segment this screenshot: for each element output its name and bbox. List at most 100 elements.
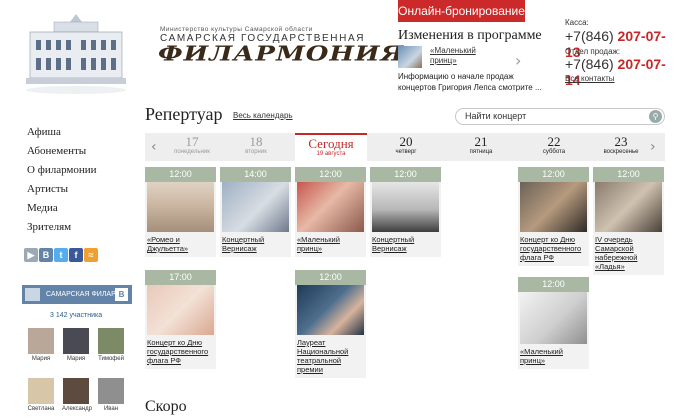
avatar	[98, 328, 124, 354]
social-links: ▶ Вt f ≈	[24, 245, 99, 263]
changes-title: Изменения в программе	[398, 28, 542, 43]
vk-members-count: 3 142 участника	[50, 312, 103, 319]
nav-item-artists[interactable]: Артисты	[27, 183, 68, 195]
day-number: 20	[399, 134, 413, 149]
box-office-code: +7(846)	[565, 28, 614, 44]
vk-member[interactable]: Александр	[62, 378, 92, 412]
event-title[interactable]: «Маленький принц»	[295, 232, 366, 257]
day-number: 17	[185, 134, 199, 149]
event-title[interactable]: Концертный Вернисаж	[370, 232, 441, 257]
calendar-strip: ‹ 17 понедельник 18 вторник Сегодня 19 а…	[145, 133, 665, 161]
repertoire-title: Репертуар	[145, 104, 223, 124]
nav-item-audience[interactable]: Зрителям	[27, 221, 71, 233]
event-image[interactable]	[297, 285, 364, 335]
event-title[interactable]: Концертный Вернисаж	[220, 232, 291, 257]
member-name: Тимофей	[98, 356, 124, 362]
next-week-arrow-icon[interactable]: ›	[650, 139, 656, 155]
day-cell[interactable]: 17 понедельник	[167, 133, 217, 161]
box-office-label: Касса:	[565, 18, 589, 27]
event-time: 12:00	[295, 270, 366, 285]
event-card[interactable]: 12:00 «Маленький принц»	[518, 277, 589, 369]
member-name: Светлана	[27, 406, 55, 412]
day-cell[interactable]: 23 воскресенье	[593, 133, 649, 161]
nav-item-media[interactable]: Медиа	[27, 202, 58, 214]
day-cell[interactable]: 20 четверг	[370, 133, 442, 161]
youtube-icon[interactable]: ▶	[24, 248, 38, 262]
vk-member[interactable]: Тимофей	[97, 328, 125, 362]
event-time: 12:00	[593, 167, 664, 182]
concert-search[interactable]: Найти концерт ⚲	[455, 108, 665, 125]
vk-group-widget[interactable]: САМАРСКАЯ ФИЛАР... В	[22, 285, 132, 304]
day-number: 23	[614, 134, 628, 149]
facebook-icon[interactable]: f	[69, 248, 83, 262]
day-cell[interactable]: 18 вторник	[220, 133, 292, 161]
event-time: 14:00	[220, 167, 291, 182]
vk-member[interactable]: Светлана	[27, 378, 55, 412]
event-image[interactable]	[595, 182, 662, 232]
event-title[interactable]: «Ромео и Джульетта»	[145, 232, 216, 257]
day-weekday: понедельник	[174, 149, 210, 155]
sales-code: +7(846)	[565, 56, 614, 72]
event-card[interactable]: 12:00 Концертный Вернисаж	[370, 167, 441, 257]
event-image[interactable]	[520, 182, 587, 232]
rss-icon[interactable]: ≈	[84, 248, 98, 262]
event-title[interactable]: IV очередь Самарской набережной «Ладья»	[593, 232, 664, 275]
day-cell-today[interactable]: Сегодня 19 августа	[295, 133, 367, 161]
avatar	[28, 378, 54, 404]
nav-item-about[interactable]: О филармонии	[27, 164, 97, 176]
day-cell[interactable]: 21 пятница	[445, 133, 517, 161]
event-time: 12:00	[518, 277, 589, 292]
all-calendar-link[interactable]: Весь календарь	[233, 111, 293, 120]
vk-icon[interactable]: В	[39, 248, 53, 262]
org-name-logo[interactable]: ФИЛАРМОНИЯ	[158, 42, 404, 66]
member-name: Мария	[31, 356, 51, 362]
online-booking-button[interactable]: Онлайн-бронирование	[398, 0, 525, 22]
search-input[interactable]: Найти концерт	[465, 111, 526, 121]
news-thumbnail[interactable]	[398, 46, 422, 68]
event-card[interactable]: 12:00 «Ромео и Джульетта»	[145, 167, 216, 257]
vk-logo-icon: В	[115, 288, 128, 301]
day-cell[interactable]: 22 суббота	[518, 133, 590, 161]
event-image[interactable]	[297, 182, 364, 232]
next-arrow-icon[interactable]: ›	[515, 51, 521, 70]
news-text: Информацию о начале продаж концертов Гри…	[398, 72, 542, 92]
avatar	[63, 378, 89, 404]
member-name: Иван	[103, 406, 119, 412]
nav-item-subscriptions[interactable]: Абонементы	[27, 145, 86, 157]
event-card[interactable]: 14:00 Концертный Вернисаж	[220, 167, 291, 257]
event-card[interactable]: 12:00 Лауреат Национальной театральной п…	[295, 270, 366, 378]
vk-group-name: САМАРСКАЯ ФИЛАР...	[46, 291, 121, 298]
twitter-icon[interactable]: t	[54, 248, 68, 262]
philharmonic-building-logo[interactable]	[22, 8, 130, 96]
event-image[interactable]	[520, 292, 587, 344]
nav-item-afisha[interactable]: Афиша	[27, 126, 61, 138]
avatar	[63, 328, 89, 354]
sales-phone: +7(846) 207-07-14	[565, 56, 680, 88]
event-image[interactable]	[147, 285, 214, 335]
event-title[interactable]: Концерт ко Дню государственного флага РФ	[518, 232, 589, 266]
member-name: Мария	[66, 356, 86, 362]
vk-group-avatar	[25, 288, 40, 301]
news-link[interactable]: «Маленький принц»	[430, 46, 490, 66]
day-number: Сегодня	[308, 136, 354, 151]
event-image[interactable]	[147, 182, 214, 232]
event-image[interactable]	[222, 182, 289, 232]
search-icon[interactable]: ⚲	[649, 110, 662, 123]
event-title[interactable]: «Маленький принц»	[518, 344, 589, 369]
event-card[interactable]: 17:00 Концерт ко Дню государственного фл…	[145, 270, 216, 369]
event-card[interactable]: 12:00 IV очередь Самарской набережной «Л…	[593, 167, 664, 275]
event-title[interactable]: Концерт ко Дню государственного флага РФ	[145, 335, 216, 369]
vk-member[interactable]: Мария	[27, 328, 55, 362]
event-title[interactable]: Лауреат Национальной театральной премии	[295, 335, 366, 378]
event-card[interactable]: 12:00 «Маленький принц»	[295, 167, 366, 257]
event-card[interactable]: 12:00 Концерт ко Дню государственного фл…	[518, 167, 589, 266]
event-image[interactable]	[372, 182, 439, 232]
event-time: 17:00	[145, 270, 216, 285]
prev-week-arrow-icon[interactable]: ‹	[151, 139, 157, 155]
day-weekday: четверг	[395, 149, 417, 155]
avatar	[98, 378, 124, 404]
vk-member[interactable]: Мария	[62, 328, 90, 362]
day-weekday: 19 августа	[316, 151, 346, 157]
vk-member[interactable]: Иван	[97, 378, 125, 412]
all-contacts-link[interactable]: Все контакты	[565, 74, 615, 83]
